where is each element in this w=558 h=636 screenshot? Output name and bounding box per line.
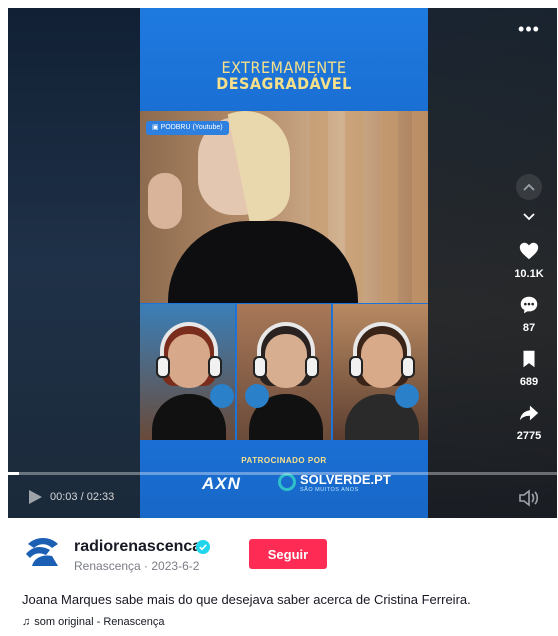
current-time: 00:03 [50, 491, 78, 503]
headset-cup [252, 356, 267, 378]
previous-video-button[interactable] [516, 174, 542, 200]
progress-bar[interactable] [8, 472, 557, 475]
wood-slat [380, 111, 398, 303]
headset-cup [349, 356, 364, 378]
axn-logo: AXN [202, 474, 241, 493]
video-info: radiorenascenca Renascença · 2023-6-2 Se… [0, 518, 558, 636]
show-title-line2: DESAGRADÁVEL [216, 74, 352, 93]
wood-slat [412, 111, 428, 303]
speaker-body [168, 221, 358, 303]
host-cell-3 [333, 304, 428, 440]
sound-label: som original - Renascença [34, 616, 165, 628]
chevron-down-icon [523, 213, 535, 221]
more-options-button[interactable]: ••• [516, 20, 542, 38]
play-button[interactable] [26, 488, 44, 506]
solverde-mark-icon [278, 473, 296, 491]
solverde-logo-tagline: SÃO MUITOS ANOS [300, 487, 359, 493]
like-count: 10.1K [514, 268, 544, 280]
comment-count: 87 [522, 322, 536, 334]
sponsor-label: PATROCINADO POR [241, 456, 327, 465]
video-blur-left [8, 8, 143, 518]
source-badge-label: PODBRU (Youtube) [160, 124, 223, 131]
headset-cup [156, 356, 170, 378]
source-badge: ▣ PODBRU (Youtube) [146, 121, 229, 135]
channel-name[interactable]: radiorenascenca [74, 538, 201, 556]
video-frame[interactable]: EXTREMAMENTE DESAGRADÁVEL ▣ PODBRU (Yout… [140, 8, 428, 518]
hosts-row [140, 304, 428, 440]
channel-avatar[interactable] [22, 532, 64, 574]
tiktok-video-page: EXTREMAMENTE DESAGRADÁVEL ▣ PODBRU (Yout… [0, 0, 558, 636]
host-cell-1 [140, 304, 235, 440]
host-cell-2 [236, 304, 332, 440]
time-display: 00:03 / 02:33 [50, 491, 114, 503]
channel-meta: Renascença · 2023-6-2 [74, 559, 200, 573]
share-count: 2775 [516, 430, 542, 442]
chevron-up-icon [523, 183, 535, 191]
headset-cup [401, 356, 416, 378]
microphone-icon [210, 384, 234, 408]
main-speaker-scene: ▣ PODBRU (Youtube) [140, 111, 428, 303]
share-icon [519, 405, 539, 421]
volume-button[interactable] [518, 489, 540, 507]
duration: 02:33 [86, 491, 115, 503]
bookmark-icon [523, 350, 535, 368]
volume-icon [519, 489, 539, 507]
headset-cup [208, 356, 222, 378]
show-title: EXTREMAMENTE DESAGRADÁVEL [140, 60, 428, 92]
speaker-hand [148, 173, 182, 229]
progress-fill [8, 472, 19, 475]
save-action[interactable]: 689 [506, 348, 552, 388]
play-icon [29, 490, 42, 504]
headset-cup [304, 356, 319, 378]
comment-action[interactable]: 87 [506, 294, 552, 334]
like-action[interactable]: 10.1K [506, 240, 552, 280]
share-action[interactable]: 2775 [506, 402, 552, 442]
microphone-icon [244, 384, 269, 408]
video-player[interactable]: EXTREMAMENTE DESAGRADÁVEL ▣ PODBRU (Yout… [8, 8, 557, 518]
camera-icon: ▣ [152, 124, 159, 131]
verified-badge-icon [196, 540, 210, 554]
heart-icon [519, 242, 539, 260]
save-count: 689 [519, 376, 539, 388]
video-caption: Joana Marques sabe mais do que desejava … [22, 592, 471, 607]
music-note-icon: ♫ [22, 616, 31, 628]
follow-button[interactable]: Seguir [249, 539, 327, 569]
next-video-button[interactable] [516, 204, 542, 230]
renascenca-logo-icon [23, 533, 63, 573]
sound-link[interactable]: ♫ som original - Renascença [22, 616, 164, 628]
comment-icon [520, 296, 538, 314]
